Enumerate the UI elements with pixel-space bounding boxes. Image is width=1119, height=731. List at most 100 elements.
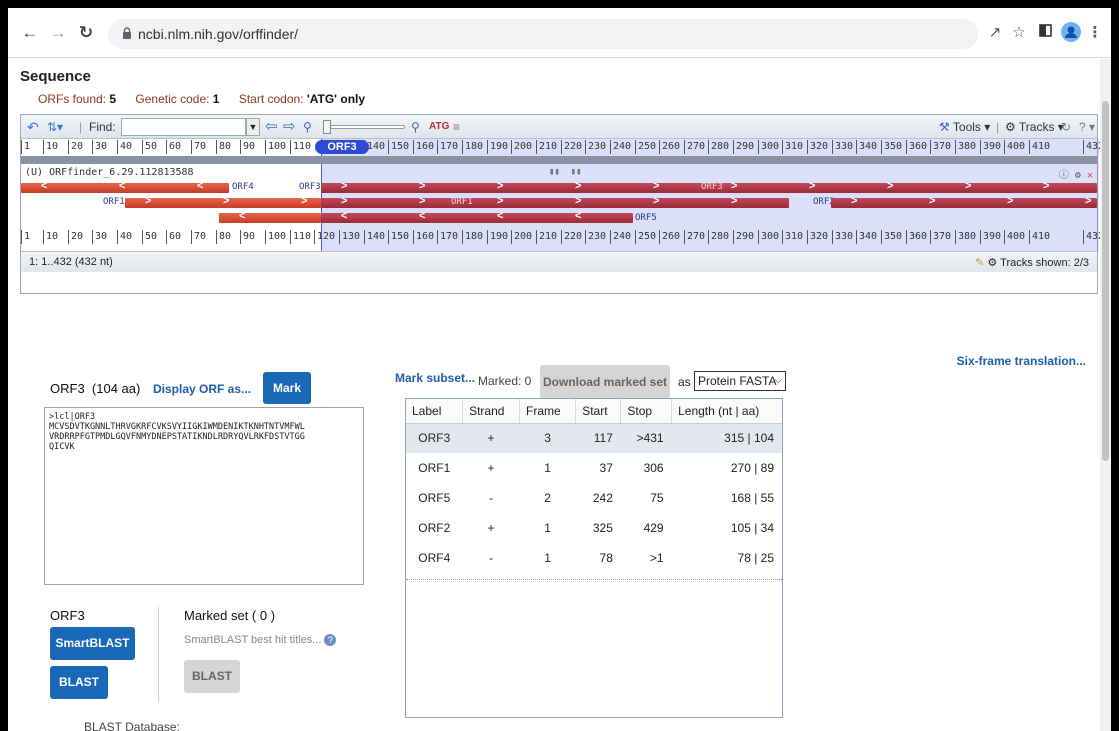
orf-bar-orf1[interactable]: > > > > > >	[321, 195, 789, 208]
ruler-tick: 110	[290, 140, 311, 154]
table-row[interactable]: ORF2 + 1 325 429 105 | 34	[406, 513, 782, 543]
ruler-tick: 410	[1029, 230, 1050, 244]
table-row[interactable]: ORF4 - 1 78 >1 78 | 25	[406, 543, 782, 573]
ruler-tick: 310	[782, 140, 803, 154]
ruler-tick: 400	[1004, 230, 1025, 244]
table-row[interactable]: ORF5 - 2 242 75 168 | 55	[406, 483, 782, 513]
share-icon[interactable]: ↗	[984, 22, 1006, 44]
zoom-out-icon[interactable]: ⚲	[303, 119, 312, 135]
undo-icon[interactable]: ↶	[27, 119, 39, 135]
orf-bar-orf5-left[interactable]: <	[219, 210, 321, 223]
orf-bar-orf1-left[interactable]: > > >	[125, 195, 321, 208]
selection-label[interactable]: ORF3	[315, 140, 369, 154]
orf-bar-orf2[interactable]: > > > >	[831, 195, 1097, 208]
ruler-tick: 20	[68, 140, 83, 154]
tracks-shown[interactable]: ✎ ⚙ Tracks shown: 2/3	[975, 256, 1089, 269]
strand-arrow: >	[965, 180, 972, 192]
divider	[158, 607, 159, 703]
marked-count: Marked: 0	[478, 374, 532, 388]
prev-arrow-icon[interactable]: ⇦	[265, 119, 278, 135]
ruler-tick: 340	[856, 140, 877, 154]
find-input[interactable]	[121, 118, 246, 136]
page-scrollbar[interactable]	[1100, 59, 1111, 731]
ruler-tick: 380	[955, 140, 976, 154]
col-label[interactable]: Label	[406, 399, 464, 424]
strand-arrow: <	[239, 210, 246, 222]
orf-label-orf4: ORF4	[232, 182, 254, 192]
ruler-tick: 150	[388, 140, 409, 154]
zoom-in-icon[interactable]: ⚲	[411, 119, 420, 135]
forward-arrow-icon[interactable]: →	[48, 22, 68, 44]
fit-icon[interactable]: ≡	[453, 119, 460, 135]
find-label: Find:	[89, 120, 116, 134]
ruler-tick: 330	[832, 230, 853, 244]
ruler-tick: 190	[487, 140, 508, 154]
orf-title: ORF3 (104 aa)	[50, 381, 140, 396]
close-icon[interactable]: ✕	[1087, 170, 1093, 181]
find-dropdown-icon[interactable]: ▼	[246, 118, 260, 136]
blast-marked-button[interactable]: BLAST	[184, 660, 240, 693]
address-bar[interactable]: ncbi.nlm.nih.gov/orffinder/	[108, 19, 978, 49]
refresh-icon[interactable]: ↻	[1061, 119, 1071, 135]
fasta-textarea[interactable]: >lcl|ORF3 MCVSDVTKGNNLTHRVGKRFCVKSVYIIGK…	[44, 407, 364, 585]
zoom-slider-handle[interactable]	[323, 120, 331, 134]
help-icon[interactable]: ?	[324, 634, 337, 646]
ruler-tick: 250	[635, 230, 656, 244]
col-stop[interactable]: Stop	[620, 399, 673, 424]
scrollbar-thumb[interactable]	[1102, 101, 1109, 461]
ruler-tick: 10	[43, 230, 58, 244]
six-frame-translation-link[interactable]: Six-frame translation...	[957, 354, 1086, 368]
menu-kebab-icon[interactable]: ⋮	[1084, 22, 1106, 44]
ruler-tick: 240	[610, 140, 631, 154]
ruler-tick: 432	[1083, 230, 1100, 244]
ruler-tick: 140	[364, 230, 385, 244]
mark-subset-link[interactable]: Mark subset...	[395, 371, 475, 385]
col-length[interactable]: Length (nt | aa)	[671, 399, 782, 424]
ruler-tick: 330	[832, 140, 853, 154]
ruler-tick: 290	[733, 140, 754, 154]
ruler-tick: 70	[191, 140, 206, 154]
table-row[interactable]: ORF1 + 1 37 306 270 | 89	[406, 453, 782, 483]
strand-arrow: >	[575, 180, 582, 192]
strand-toggle-icon[interactable]: ⇅▾	[47, 119, 63, 135]
smartblast-button[interactable]: SmartBLAST	[50, 627, 135, 660]
ruler-tick: 50	[142, 230, 157, 244]
as-label: as	[678, 375, 691, 389]
sequence-zoom-icon[interactable]: ATG	[429, 119, 449, 135]
ruler-tick: 1	[21, 230, 30, 244]
display-orf-as-link[interactable]: Display ORF as...	[153, 382, 251, 396]
ruler-tick: 350	[881, 140, 902, 154]
col-frame[interactable]: Frame	[519, 399, 577, 424]
smartblast-titles-link[interactable]: SmartBLAST best hit titles...?	[184, 634, 337, 646]
orf-bar-orf4[interactable]: < < <	[21, 180, 229, 193]
track-nav-icon[interactable]: ▮▮ ▮▮	[549, 167, 582, 177]
track-settings-icon[interactable]: ⓘ ⚙ ✕	[1059, 166, 1093, 181]
star-icon[interactable]: ☆	[1008, 22, 1030, 44]
side-panel-icon[interactable]	[1034, 22, 1056, 44]
zoom-slider-track[interactable]	[327, 125, 405, 129]
cell-start: 325	[592, 521, 613, 535]
ruler-tick: 160	[413, 140, 434, 154]
col-start[interactable]: Start	[575, 399, 622, 424]
next-arrow-icon[interactable]: ⇨	[283, 119, 296, 135]
col-strand[interactable]: Strand	[462, 399, 521, 424]
strand-arrow: <	[41, 180, 48, 192]
back-arrow-icon[interactable]: ←	[20, 22, 40, 44]
blast-button[interactable]: BLAST	[50, 666, 108, 699]
strand-arrow: >	[851, 195, 858, 207]
ruler-tick: 360	[906, 230, 927, 244]
profile-avatar-icon[interactable]	[1060, 22, 1082, 44]
tools-menu[interactable]: ⚒ Tools ▾	[939, 119, 990, 135]
reload-icon[interactable]: ↻	[76, 22, 96, 44]
strand-arrow: >	[887, 180, 894, 192]
viewer-status-bar: 1: 1..432 (432 nt) ✎ ⚙ Tracks shown: 2/3	[21, 251, 1097, 272]
tracks-menu[interactable]: ⚙ Tracks ▾	[1005, 119, 1064, 135]
orf-bar-orf5[interactable]: < < < <	[321, 210, 633, 223]
mark-button[interactable]: Mark	[263, 372, 311, 404]
table-row[interactable]: ORF3 + 3 117 >431 315 | 104	[406, 423, 782, 453]
format-select[interactable]: Protein FASTA ⌵	[694, 371, 786, 391]
sequence-viewer[interactable]: ↶ ⇅▾ | Find: ▼ ⇦ ⇨ ⚲ ⚲ ATG ≡ ⚒ Tools ▾ |…	[20, 114, 1100, 294]
download-marked-set-button[interactable]: Download marked set	[540, 365, 670, 399]
help-icon[interactable]: ? ▾	[1079, 119, 1095, 135]
orfs-found-label: ORFs found:	[38, 92, 107, 106]
